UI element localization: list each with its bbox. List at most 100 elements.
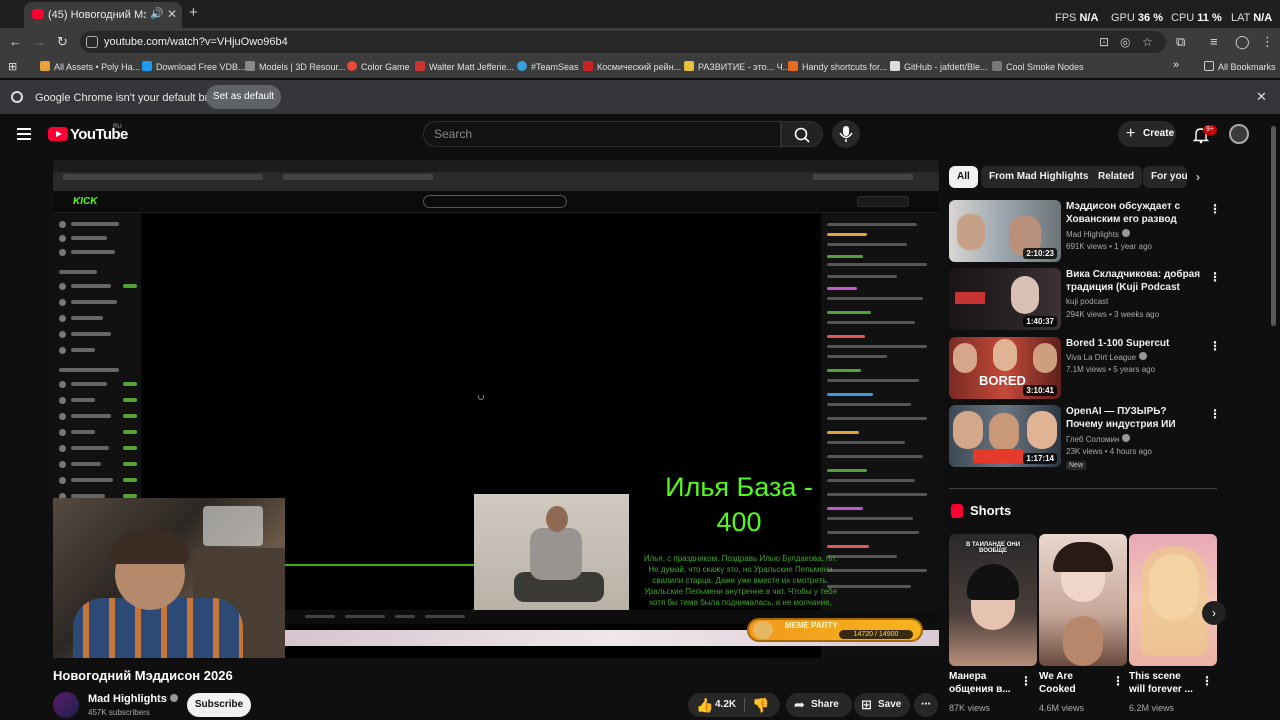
bookmark-favicon-icon — [245, 61, 255, 71]
close-infobar-icon[interactable]: ✕ — [1256, 89, 1267, 105]
video-channel[interactable]: Глеб Соломин — [1066, 434, 1131, 444]
chip-all[interactable]: All — [949, 166, 978, 188]
short-thumbnail[interactable]: В ТАИЛАНДЕ ОНИ ВООБЩЕ — [949, 534, 1037, 666]
bookmark-item[interactable]: GitHub - jafdett/Ble... — [890, 61, 988, 72]
bookmark-item[interactable]: All Assets • Poly Ha... — [40, 61, 140, 72]
share-button[interactable]: ➦ Share — [786, 693, 852, 717]
address-bar[interactable]: youtube.com/watch?v=VHjuOwo96b4 ⊡ ◎ ☆ — [80, 31, 1166, 53]
set-default-button[interactable]: Set as default — [206, 85, 281, 109]
bookmark-item[interactable]: РАЗВИТИЕ - это... Ч... — [684, 61, 790, 72]
video-duration: 1:40:37 — [1023, 316, 1057, 327]
bookmark-label: Walter Matt Jefferie... — [429, 62, 515, 72]
media-controls-icon[interactable]: ≡ — [1210, 34, 1218, 49]
bookmark-item[interactable]: Color Game — [347, 61, 410, 72]
bookmark-item[interactable]: Космический рейн... — [583, 61, 681, 72]
short-thumbnail[interactable] — [1129, 534, 1217, 666]
hide-eye-icon[interactable]: ◎ — [1120, 35, 1130, 49]
browser-tab-youtube[interactable]: (45) Новогодний Мэддисон 2026 🔊 ✕ — [24, 2, 182, 28]
bookmark-label: All Assets • Poly Ha... — [54, 62, 141, 72]
bookmark-label: Models | 3D Resour... — [259, 62, 346, 72]
recommended-video[interactable]: 2:10:23 Мэддисон обсуждает с Хованским е… — [949, 200, 1224, 262]
short-menu-icon[interactable]: ⋮ — [1201, 674, 1213, 688]
account-avatar[interactable] — [1229, 124, 1249, 144]
short-thumbnail[interactable] — [1039, 534, 1127, 666]
video-channel[interactable]: kuji podcast — [1066, 297, 1108, 306]
all-bookmarks[interactable]: All Bookmarks — [1204, 61, 1276, 72]
short-menu-icon[interactable]: ⋮ — [1020, 674, 1032, 688]
short-menu-icon[interactable]: ⋮ — [1112, 674, 1124, 688]
recommended-video[interactable]: 1:17:14 OpenAI — ПУЗЫРЬ? Почему индустри… — [949, 405, 1224, 470]
more-actions-icon[interactable]: ⋯ — [914, 693, 938, 717]
video-title[interactable]: Мэддисон обсуждает с Хованским его разво… — [1066, 200, 1202, 226]
video-channel[interactable]: Mad Highlights — [1066, 229, 1130, 239]
shorts-next-icon[interactable]: › — [1202, 601, 1226, 625]
save-button[interactable]: ⊞ Save — [854, 693, 910, 717]
bookmark-item[interactable]: Walter Matt Jefferie... — [415, 61, 514, 72]
video-menu-icon[interactable]: ⋮ — [1209, 270, 1221, 284]
shorts-section-title: Shorts — [970, 503, 1012, 518]
video-thumbnail[interactable]: 1:40:37 — [949, 268, 1061, 330]
audio-playing-icon[interactable]: 🔊 — [150, 7, 164, 20]
new-tab-icon[interactable]: + — [189, 4, 198, 21]
forward-icon[interactable]: → — [33, 34, 46, 49]
bookmark-item[interactable]: #TeamSeas — [517, 61, 579, 72]
video-title: Новогодний Мэддисон 2026 — [53, 668, 233, 683]
chrome-menu-icon[interactable]: ⋮ — [1261, 34, 1274, 50]
video-thumbnail[interactable]: 2:10:23 — [949, 200, 1061, 262]
short-title[interactable]: This scene will forever ... — [1129, 670, 1199, 696]
chrome-icon — [11, 91, 23, 103]
like-icon[interactable]: 👍 — [696, 693, 713, 717]
recommended-video[interactable]: 1:40:37 Вика Складчикова: добрая традици… — [949, 268, 1224, 330]
bookmark-item[interactable]: Download Free VDB... — [142, 61, 246, 72]
chip-from-channel[interactable]: From Mad Highlights — [981, 166, 1097, 188]
video-menu-icon[interactable]: ⋮ — [1209, 407, 1221, 421]
chevron-right-icon[interactable]: › — [1196, 170, 1200, 184]
folder-icon — [1204, 61, 1214, 71]
profile-icon[interactable]: ◯ — [1235, 34, 1250, 50]
close-tab-icon[interactable]: ✕ — [167, 7, 177, 21]
bookmark-item[interactable]: Models | 3D Resour... — [245, 61, 345, 72]
chip-related[interactable]: Related — [1090, 166, 1143, 188]
reload-icon[interactable]: ↻ — [57, 34, 68, 50]
search-input[interactable] — [434, 126, 764, 142]
meme-party-widget: MEME PARTY 14720 / 14900 — [747, 618, 923, 642]
bookmark-item[interactable]: Handy shortcuts for... — [788, 61, 887, 72]
recommended-video[interactable]: BORED 3:10:41 Bored 1-100 Supercut Viva … — [949, 337, 1224, 399]
short-views: 87K views — [949, 703, 991, 713]
channel-avatar[interactable] — [53, 692, 79, 718]
channel-name[interactable]: Mad Highlights — [88, 693, 178, 705]
streamer-webcam — [53, 498, 285, 658]
voice-search-button[interactable] — [832, 120, 860, 148]
video-meta: 691K views • 1 year ago — [1066, 242, 1152, 251]
video-title[interactable]: OpenAI — ПУЗЫРЬ? Почему индустрия ИИ мож… — [1066, 405, 1202, 431]
video-channel[interactable]: Viva La Dirt League — [1066, 352, 1148, 362]
like-count[interactable]: 4.2K — [715, 693, 736, 717]
chip-for-you[interactable]: For you — [1143, 166, 1187, 188]
bookmark-label: GitHub - jafdett/Ble... — [904, 62, 988, 72]
search-button[interactable] — [781, 121, 823, 147]
bookmark-favicon-icon — [142, 61, 152, 71]
bookmark-star-icon[interactable]: ☆ — [1142, 35, 1153, 49]
install-app-icon[interactable]: ⊡ — [1099, 35, 1109, 49]
video-title[interactable]: Bored 1-100 Supercut — [1066, 337, 1202, 350]
site-info-icon[interactable] — [86, 36, 98, 48]
video-thumbnail[interactable]: BORED 3:10:41 — [949, 337, 1061, 399]
bookmark-item[interactable]: Cool Smoke Nodes — [992, 61, 1084, 72]
video-thumbnail[interactable]: 1:17:14 — [949, 405, 1061, 467]
video-player[interactable]: KICK Илья База - 400 Илья, с праздником.… — [53, 160, 939, 658]
more-bookmarks-icon[interactable]: » — [1173, 59, 1179, 71]
subscribe-button[interactable]: Subscribe — [187, 693, 251, 717]
video-menu-icon[interactable]: ⋮ — [1209, 202, 1221, 216]
back-icon[interactable]: ← — [9, 34, 22, 49]
create-button[interactable]: + Create — [1118, 121, 1176, 147]
short-title[interactable]: We Are Cooked — [1039, 670, 1109, 696]
hamburger-menu-icon[interactable] — [17, 128, 31, 140]
apps-grid-icon[interactable]: ⊞ — [8, 60, 17, 73]
short-title[interactable]: Манера общения в... — [949, 670, 1019, 696]
dislike-icon[interactable]: 👎 — [752, 693, 769, 717]
video-menu-icon[interactable]: ⋮ — [1209, 339, 1221, 353]
page-scrollbar[interactable] — [1271, 126, 1276, 326]
notification-count-badge: 9+ — [1203, 125, 1217, 135]
video-title[interactable]: Вика Складчикова: добрая традиция (Kuji … — [1066, 268, 1202, 294]
extensions-icon[interactable]: ⧉ — [1176, 34, 1185, 50]
